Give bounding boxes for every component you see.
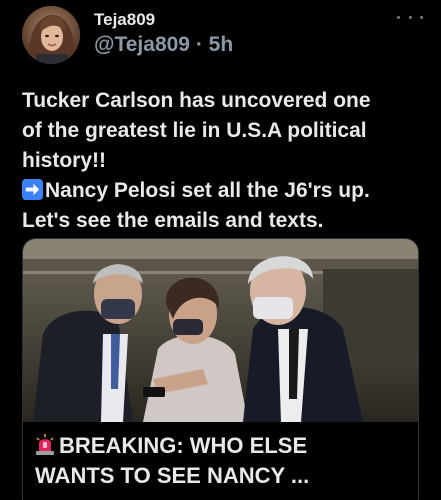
link-card[interactable]: BREAKING: WHO ELSE WANTS TO SEE NANCY ..… [22, 238, 419, 500]
more-dot-icon [408, 15, 412, 19]
tweet-arrow-line: Nancy Pelosi set all the J6'rs up. [22, 176, 430, 206]
tweet-line: Nancy Pelosi set all the J6'rs up. [45, 179, 370, 202]
display-name[interactable]: Teja809 [94, 10, 155, 30]
card-title[interactable]: BREAKING: WHO ELSE WANTS TO SEE NANCY ..… [35, 431, 415, 491]
news-photo-icon [23, 239, 418, 422]
timestamp[interactable]: 5h [209, 33, 234, 56]
tweet-text: Tucker Carlson has uncovered one of the … [22, 86, 430, 236]
right-arrow-icon [22, 179, 43, 200]
handle[interactable]: @Teja809 [94, 33, 190, 56]
handle-row: @Teja809 · 5h [94, 33, 233, 57]
tweet-line: Tucker Carlson has uncovered one [22, 89, 371, 112]
card-title-text: BREAKING: WHO ELSE [59, 433, 308, 458]
tweet-line: of the greatest lie in U.S.A political [22, 119, 367, 142]
more-dot-icon [420, 15, 423, 19]
separator: · [195, 33, 203, 56]
tweet-line: history!! [22, 149, 106, 172]
tweet[interactable]: Teja809 @Teja809 · 5h Tucker Carlson has… [0, 0, 441, 500]
more-dot-icon [397, 15, 400, 19]
tweet-line: Let's see the emails and texts. [22, 209, 324, 232]
card-title-text: WANTS TO SEE NANCY ... [35, 463, 310, 488]
more-options-button[interactable] [397, 8, 423, 26]
avatar[interactable] [22, 6, 80, 64]
card-title-line: BREAKING: WHO ELSE [35, 431, 415, 461]
siren-icon [36, 434, 54, 455]
profile-photo-icon [22, 6, 80, 64]
